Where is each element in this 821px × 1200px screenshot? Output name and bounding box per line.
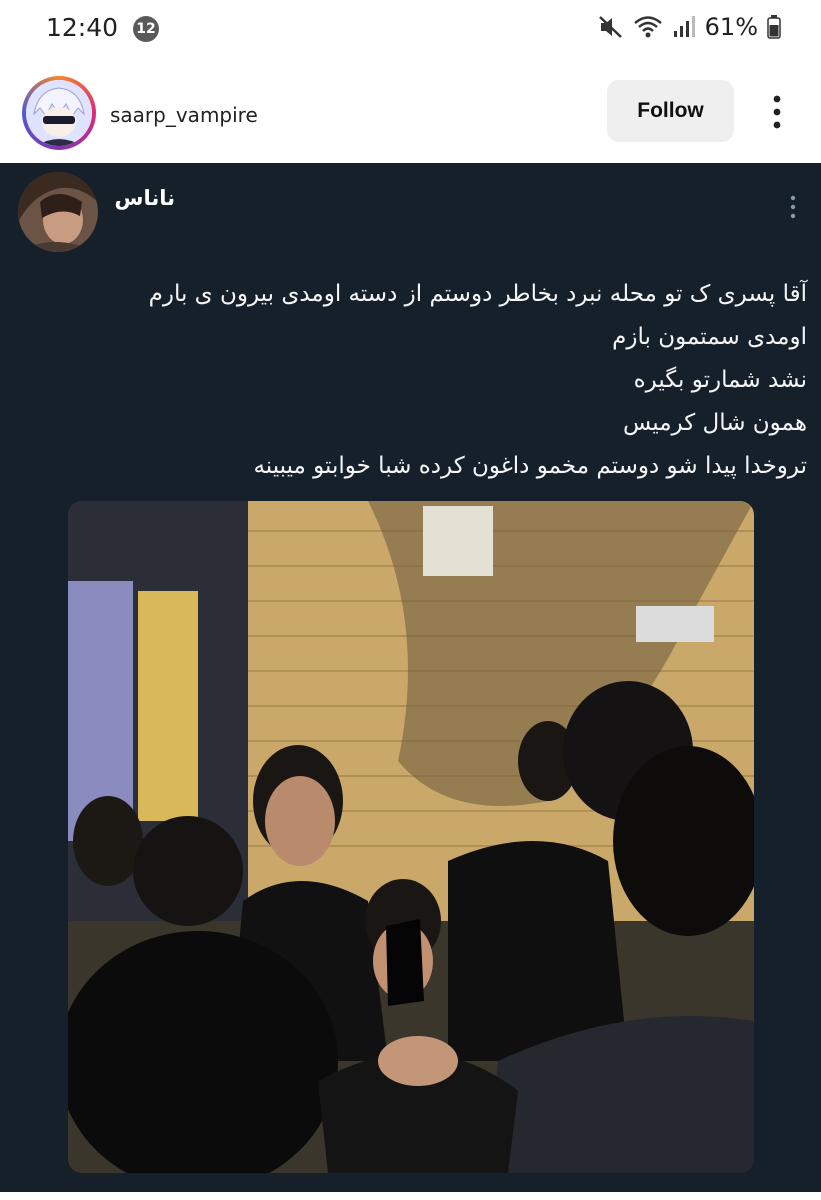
status-time: 12:40 — [46, 13, 119, 42]
avatar-illustration — [26, 80, 92, 146]
tweet-line: اومدی سمتمون بازم — [612, 324, 807, 350]
tweet-line: تروخدا پیدا شو دوستم مخمو داغون کرده شبا… — [253, 453, 807, 479]
wifi-icon — [633, 16, 662, 38]
crowd-photo — [68, 501, 754, 1173]
battery-icon — [767, 15, 781, 39]
tweet-more-icon — [790, 195, 796, 219]
profile-avatar[interactable] — [22, 76, 96, 150]
tweet-photo[interactable] — [68, 501, 754, 1173]
post-header: saarp_vampire Follow — [0, 70, 821, 162]
tweet-card: ناناس آقا پسری ک تو محله نبرد بخاطر دوست… — [0, 163, 821, 1192]
notification-count-badge: 12 — [133, 16, 159, 42]
username-link[interactable]: saarp_vampire — [110, 103, 258, 127]
follow-button[interactable]: Follow — [607, 80, 734, 142]
tweet-author-name: ناناس — [114, 186, 175, 210]
bottom-strip — [0, 1192, 821, 1200]
tweet-line: آقا پسری ک تو محله نبرد بخاطر دوستم از د… — [148, 281, 807, 307]
status-bar: 12:40 12 61% — [0, 0, 821, 60]
more-options-icon[interactable] — [765, 92, 789, 132]
avatar-image — [26, 80, 92, 146]
tweet-line: نشد شمارتو بگیره — [633, 367, 807, 393]
tweet-author-avatar — [18, 172, 98, 252]
status-icons: 61% — [598, 13, 781, 41]
signal-icon — [673, 16, 695, 37]
tweet-line: همون شال کرمیس — [622, 410, 807, 436]
mute-icon — [598, 16, 622, 38]
battery-percent: 61% — [704, 13, 758, 41]
tweet-text: آقا پسری ک تو محله نبرد بخاطر دوستم از د… — [27, 273, 807, 488]
